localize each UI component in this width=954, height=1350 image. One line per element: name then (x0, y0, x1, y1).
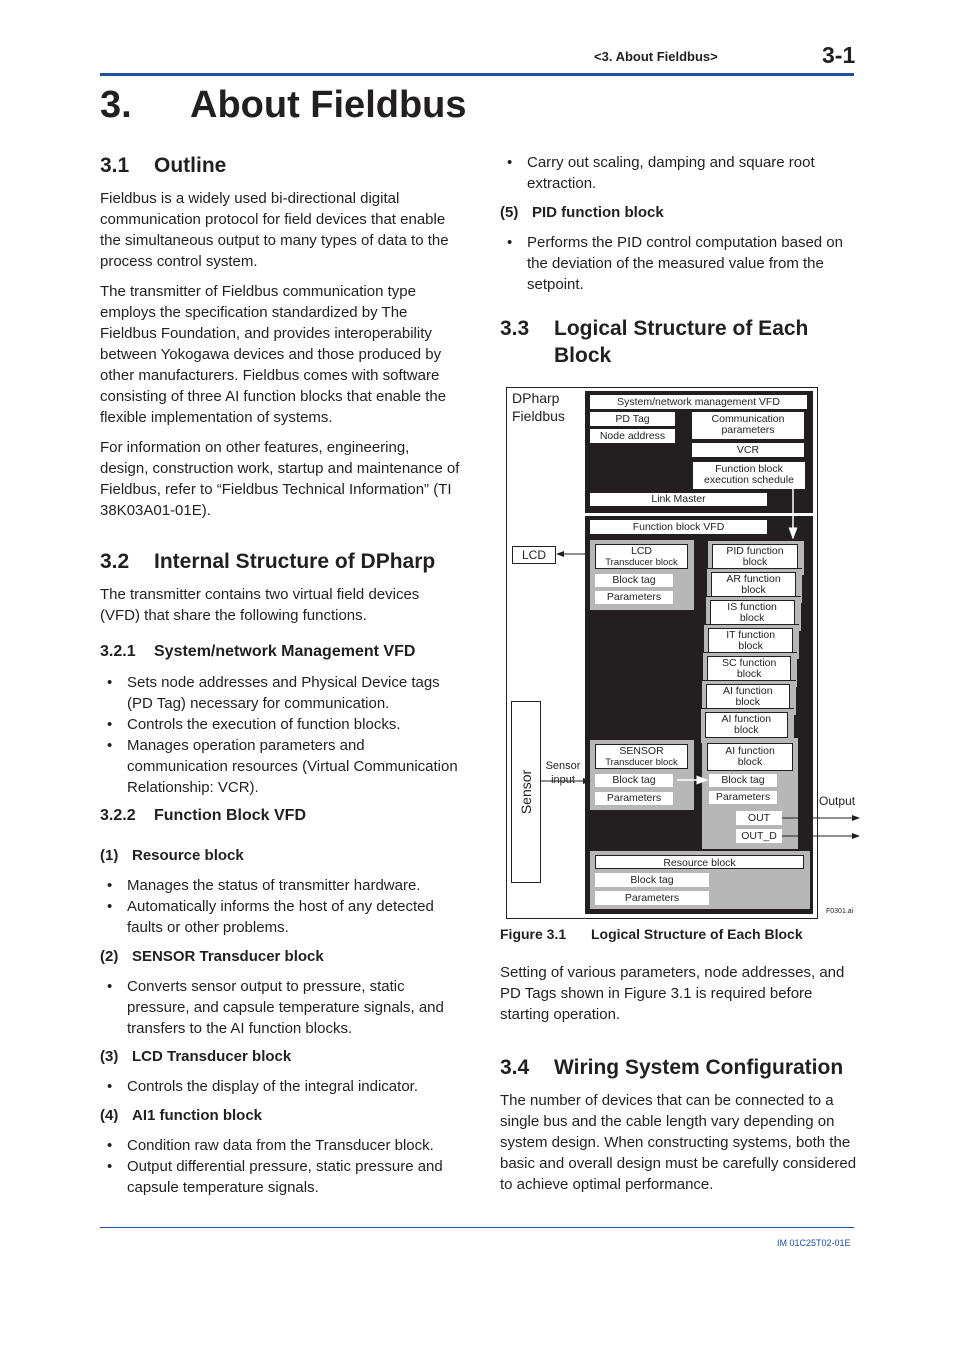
section-number: 3.2.2 (100, 807, 136, 824)
section-title: Wiring System Configuration (554, 1056, 844, 1079)
section-number: 3.1 (100, 154, 130, 177)
section-3-3-heading: 3.3 Logical Structure of Each Block (500, 317, 809, 367)
list-item: • Automatically informs the host of any d… (107, 898, 434, 936)
section-3-1-heading: 3.1 Outline (100, 152, 460, 179)
paragraph: The transmitter of Fieldbus communicatio… (100, 283, 447, 426)
section-3-4-heading: 3.4 Wiring System Configuration (500, 1054, 860, 1081)
list-item: • Controls the display of the integral in… (107, 1078, 418, 1095)
item-heading: (2) SENSOR Transducer block (100, 948, 324, 965)
section-title: Outline (154, 154, 227, 177)
header-rule (100, 73, 854, 76)
chapter-title-text: About Fieldbus (190, 84, 467, 126)
section-3-2-2-heading: 3.2.2 Function Block VFD (100, 806, 460, 826)
footer-rule (100, 1227, 854, 1228)
paragraph: The transmitter contains two virtual fie… (100, 586, 420, 624)
bullet-list: • Converts sensor output to pressure, sta… (100, 976, 460, 1039)
connector-lines (541, 489, 860, 839)
list-item: • Output differential pressure, static pr… (107, 1158, 443, 1196)
chapter-number: 3. (100, 84, 132, 126)
bullet-list: • Carry out scaling, damping and square r… (500, 152, 860, 194)
right-column: • Carry out scaling, damping and square r… (500, 152, 860, 369)
list-item: • Controls the execution of function bloc… (107, 716, 401, 733)
bullet-list: • Condition raw data from the Transducer … (100, 1135, 460, 1198)
section-number: 3.3 (500, 317, 530, 340)
section-3-2-1-heading: 3.2.1 System/network Management VFD (100, 642, 460, 662)
bullet-list: • Manages the status of transmitter hardw… (100, 875, 460, 938)
section-number: 3.2 (100, 550, 130, 573)
section-title: Internal Structure of DPharp (154, 550, 436, 573)
figure-file-id: F0301.ai (826, 908, 854, 915)
chapter-title: 3. About Fieldbus (100, 84, 467, 127)
figure-caption: Figure 3.1 Logical Structure of Each Bloc… (500, 926, 803, 942)
right-column-lower: Setting of various parameters, node addr… (500, 962, 860, 1195)
item-heading: (1) Resource block (100, 847, 244, 864)
figure-logical-structure: DPharp Fieldbus System/network management… (506, 387, 860, 919)
list-item: • Sets node addresses and Physical Device… (107, 674, 440, 712)
document-number: IM 01C25T02-01E (777, 1238, 851, 1248)
output-label: Output (819, 794, 856, 808)
list-item: • Performs the PID control computation ba… (507, 234, 843, 293)
list-item: • Manages operation parameters and commun… (107, 737, 458, 796)
bullet-list: • Sets node addresses and Physical Device… (100, 672, 460, 798)
section-3-2-heading: 3.2 Internal Structure of DPharp (100, 548, 460, 575)
paragraph: For information on other features, engin… (100, 439, 460, 519)
paragraph: The number of devices that can be connec… (500, 1092, 857, 1193)
section-number: 3.2.1 (100, 643, 136, 660)
list-item: • Condition raw data from the Transducer … (107, 1137, 434, 1154)
list-item: • Carry out scaling, damping and square r… (507, 154, 815, 192)
section-title: System/network Management VFD (154, 643, 416, 660)
running-header: <3. About Fieldbus> (594, 49, 718, 64)
item-heading: (3) LCD Transducer block (100, 1048, 292, 1065)
page-number: 3-1 (822, 42, 856, 68)
paragraph: Fieldbus is a widely used bi-directional… (100, 190, 449, 270)
section-number: 3.4 (500, 1056, 530, 1079)
bullet-list: • Controls the display of the integral in… (100, 1076, 460, 1097)
left-column: 3.1 Outline Fieldbus is a widely used bi-… (100, 152, 460, 1198)
list-item: • Manages the status of transmitter hardw… (107, 877, 421, 894)
item-heading: (4) AI1 function block (100, 1107, 263, 1124)
paragraph: Setting of various parameters, node addr… (500, 964, 845, 1023)
list-item: • Converts sensor output to pressure, sta… (107, 978, 444, 1037)
section-title: Logical Structure of Each (554, 317, 809, 340)
item-heading: (5) PID function block (500, 204, 664, 221)
section-title: Function Block VFD (154, 807, 306, 824)
bullet-list: • Performs the PID control computation ba… (500, 232, 860, 295)
